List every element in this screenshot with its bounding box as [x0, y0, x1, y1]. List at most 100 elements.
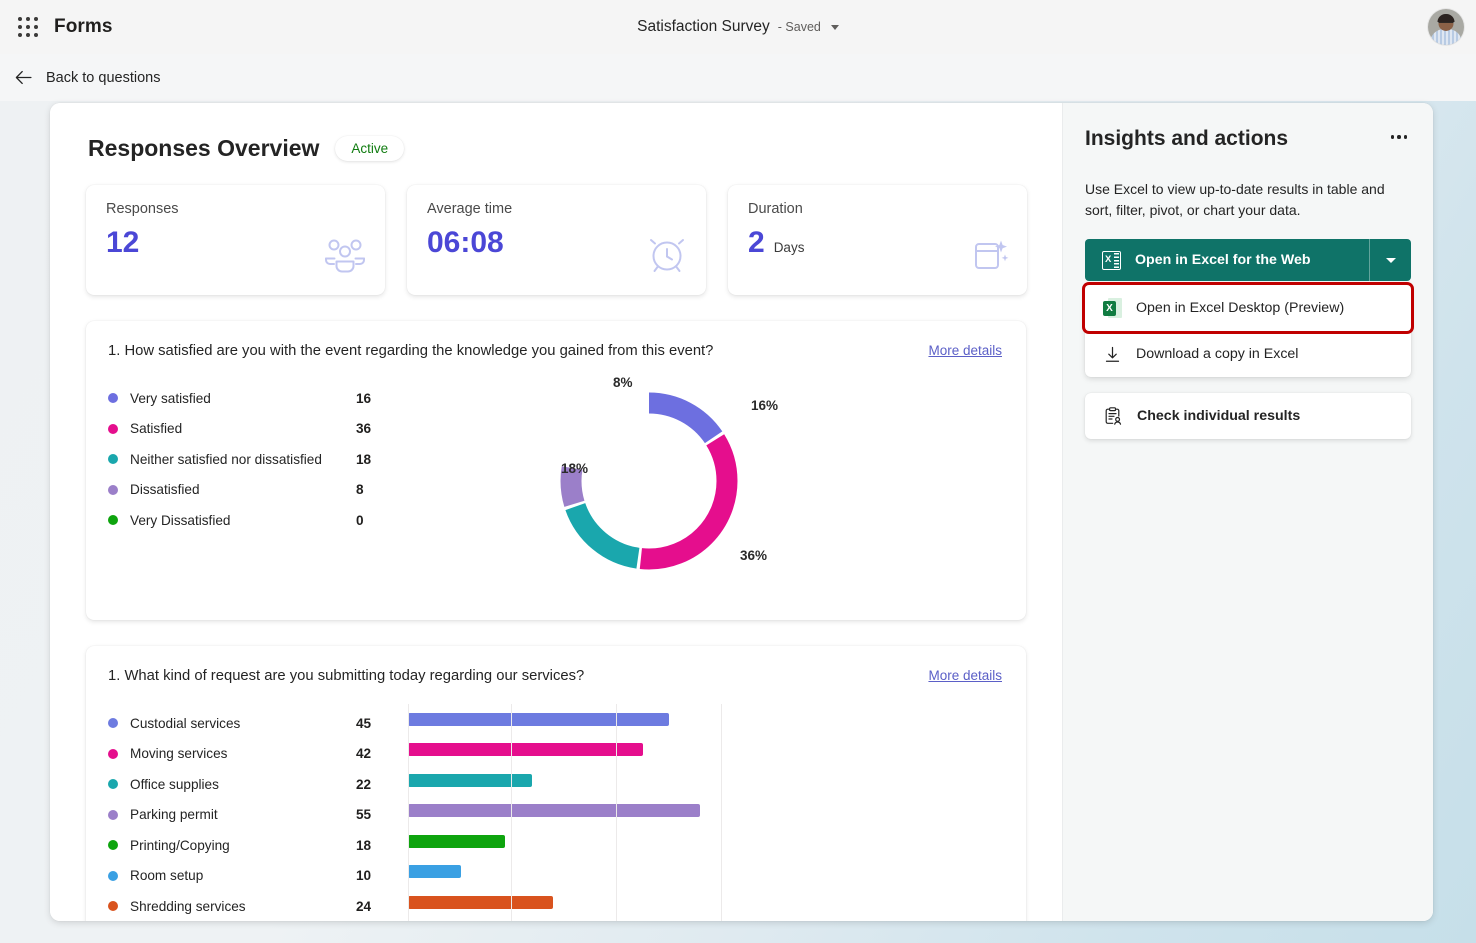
list-item: Shredding services 24	[108, 891, 408, 921]
legend-color-dot	[108, 870, 118, 881]
legend-count: 10	[356, 868, 372, 884]
question-card-1: 1. How satisfied are you with the event …	[86, 321, 1026, 620]
stat-card-row: Responses 12 Average time 06:08 Duration…	[50, 162, 1062, 295]
bar-row	[408, 765, 1002, 796]
gridline	[511, 704, 512, 921]
stat-card-responses: Responses 12	[86, 185, 385, 295]
responses-content-card: Responses Overview Active Responses 12 A…	[50, 103, 1433, 921]
arrow-left-icon[interactable]	[12, 67, 34, 89]
insights-title: Insights and actions	[1085, 127, 1289, 150]
app-launcher-icon[interactable]	[8, 16, 48, 38]
bar-parking-permit	[408, 804, 700, 818]
legend-color-dot	[108, 840, 118, 851]
list-item: Very satisfied 16	[108, 383, 408, 414]
more-options-icon[interactable]	[1387, 127, 1412, 147]
excel-options-menu: X Open in Excel Desktop (Preview) Downlo…	[1085, 285, 1411, 377]
legend-label: Room setup	[130, 868, 204, 884]
legend-label: Very satisfied	[130, 390, 211, 406]
question-header: 1. How satisfied are you with the event …	[108, 343, 1002, 359]
legend-label: Office supplies	[130, 776, 219, 792]
legend-count: 45	[356, 715, 372, 731]
stat-card-duration: Duration 2 Days	[728, 185, 1027, 295]
legend-label: Dissatisfied	[130, 482, 200, 498]
open-in-excel-web-label: Open in Excel for the Web	[1135, 252, 1311, 268]
status-badge: Active	[335, 136, 405, 161]
bar-row	[408, 704, 1002, 735]
check-individual-results-button[interactable]: Check individual results	[1085, 393, 1411, 439]
gridline	[408, 704, 409, 921]
chart-legend: Custodial services 45 Moving services 42…	[108, 708, 408, 921]
more-details-link[interactable]: More details	[928, 343, 1002, 358]
stat-value: 06:08	[427, 226, 504, 259]
legend-color-dot	[108, 901, 118, 912]
people-icon	[322, 236, 368, 281]
chevron-down-icon[interactable]	[830, 24, 839, 30]
legend-label: Shredding services	[130, 898, 246, 914]
donut-label-very-satisfied: 16%	[751, 398, 779, 413]
list-item: Neither satisfied nor dissatisfied 18	[108, 444, 408, 475]
responses-left-pane: Responses Overview Active Responses 12 A…	[50, 103, 1062, 921]
menu-item-label: Open in Excel Desktop (Preview)	[1136, 300, 1345, 316]
more-details-link[interactable]: More details	[928, 668, 1002, 683]
overview-header: Responses Overview Active	[50, 103, 1062, 162]
bar-chart	[408, 704, 1002, 921]
question-title: 1. How satisfied are you with the event …	[108, 343, 714, 359]
page-title: Responses Overview	[88, 135, 320, 161]
bar-row	[408, 887, 1002, 918]
question-body: Custodial services 45 Moving services 42…	[108, 704, 1002, 921]
list-item: Custodial services 45	[108, 708, 408, 739]
legend-color-dot	[108, 454, 118, 465]
legend-label: Neither satisfied nor dissatisfied	[130, 451, 322, 467]
bar-room-setup	[408, 865, 461, 879]
question-title: 1. What kind of request are you submitti…	[108, 668, 585, 684]
menu-item-open-excel-desktop[interactable]: X Open in Excel Desktop (Preview)	[1085, 285, 1411, 331]
legend-color-dot	[108, 423, 118, 434]
open-in-excel-web-button[interactable]: X Open in Excel for the Web	[1085, 239, 1411, 281]
open-in-excel-split-button[interactable]	[1369, 239, 1411, 281]
bar-custodial-services	[408, 712, 669, 726]
avatar[interactable]	[1428, 9, 1464, 45]
alarm-clock-icon	[645, 234, 689, 281]
bar-row	[408, 735, 1002, 766]
document-title[interactable]: Satisfaction Survey	[637, 18, 770, 36]
open-in-excel-web-main[interactable]: X Open in Excel for the Web	[1085, 239, 1369, 281]
list-item: Room setup 10	[108, 861, 408, 892]
legend-color-dot	[108, 809, 118, 820]
insights-panel: Insights and actions Use Excel to view u…	[1062, 103, 1433, 921]
bar-shredding-services	[408, 895, 553, 909]
bar-row	[408, 826, 1002, 857]
menu-item-label: Download a copy in Excel	[1136, 346, 1299, 362]
back-navigation-bar: Back to questions	[0, 54, 1476, 101]
bar-printing-copying	[408, 834, 505, 848]
stat-card-average-time: Average time 06:08	[407, 185, 706, 295]
list-item: Satisfied 36	[108, 414, 408, 445]
donut-chart: 8% 16% 36% 18%	[408, 375, 1002, 598]
legend-count: 36	[356, 421, 372, 437]
legend-count: 18	[356, 451, 372, 467]
donut-label-dissatisfied: 8%	[613, 375, 633, 390]
stat-label: Responses	[106, 201, 179, 217]
avatar-hair	[1437, 14, 1455, 22]
top-app-bar: Forms Satisfaction Survey - Saved	[0, 0, 1476, 54]
legend-count: 24	[356, 898, 372, 914]
list-item: Moving services 42	[108, 739, 408, 770]
legend-label: Moving services	[130, 746, 228, 762]
chart-legend: Very satisfied 16 Satisfied 36 Neither s…	[108, 383, 408, 598]
list-item: Very Dissatisfied 0	[108, 505, 408, 536]
legend-count: 55	[356, 807, 372, 823]
stat-unit: Days	[773, 240, 805, 255]
gridline	[721, 704, 722, 921]
question-body: Very satisfied 16 Satisfied 36 Neither s…	[108, 375, 1002, 598]
stat-value: 2	[748, 226, 765, 259]
back-to-questions-link[interactable]: Back to questions	[46, 70, 160, 86]
legend-color-dot	[108, 393, 118, 404]
avatar-glasses	[1438, 22, 1454, 26]
legend-label: Very Dissatisfied	[130, 512, 231, 528]
donut-label-satisfied: 36%	[740, 548, 768, 563]
menu-item-download-copy[interactable]: Download a copy in Excel	[1085, 331, 1411, 377]
excel-icon: X	[1103, 298, 1122, 318]
bar-moving-services	[408, 743, 643, 757]
list-item: Office supplies 22	[108, 769, 408, 800]
gridline	[616, 704, 617, 921]
legend-color-dot	[108, 748, 118, 759]
